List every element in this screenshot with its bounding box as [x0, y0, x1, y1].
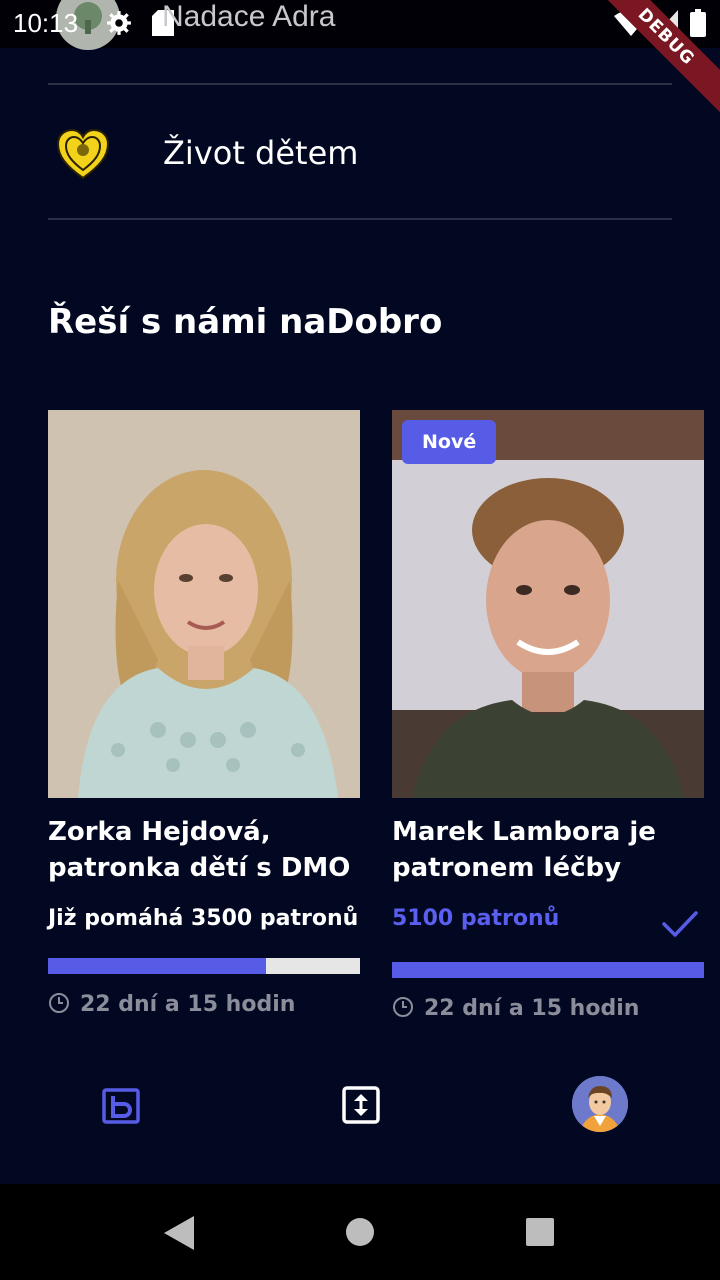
list-item-zivot-detem[interactable]: Život dětem	[48, 86, 672, 218]
divider	[48, 218, 672, 220]
time-remaining-text: 22 dní a 15 hodin	[80, 992, 296, 1017]
time-remaining: 22 dní a 15 hodin	[48, 992, 295, 1017]
clock-icon	[393, 997, 413, 1017]
b-logo-icon[interactable]	[102, 1088, 140, 1124]
system-nav-bar	[0, 1184, 720, 1280]
list-item-label: Život dětem	[163, 134, 359, 172]
section-title: Řeší s námi naDobro	[48, 302, 443, 342]
divider	[48, 83, 672, 85]
status-bar: 10:13 Nadace Adra DEBUG	[0, 0, 720, 119]
status-time: 10:13	[13, 8, 79, 38]
sort-icon[interactable]	[342, 1086, 380, 1124]
progress-bar	[392, 962, 704, 978]
patrons-count: 5100 patronů	[392, 906, 560, 931]
progress-fill	[392, 962, 704, 978]
gear-icon	[107, 11, 131, 35]
progress-bar	[48, 958, 360, 974]
bottom-nav	[0, 1060, 720, 1150]
home-button[interactable]	[346, 1218, 374, 1246]
avatar[interactable]	[572, 1076, 628, 1132]
time-remaining-text: 22 dní a 15 hodin	[424, 996, 640, 1021]
heart-logo-icon	[56, 128, 110, 180]
time-remaining: 22 dní a 15 hodin	[392, 996, 639, 1021]
campaign-photo	[48, 410, 360, 798]
campaign-title: Zorka Hejdová, patronka dětí s DMO	[48, 817, 351, 883]
campaign-photo	[392, 410, 704, 798]
patrons-count: Již pomáhá 3500 patronů	[48, 906, 359, 931]
battery-icon	[690, 9, 706, 37]
status-app-title: Nadace Adra	[162, 0, 336, 33]
new-badge: Nové	[402, 420, 497, 464]
back-icon[interactable]	[164, 1216, 194, 1250]
recents-button[interactable]	[526, 1218, 554, 1246]
check-icon	[662, 911, 698, 937]
campaign-card[interactable]: Zorka Hejdová, patronka dětí s DMO Již p…	[48, 410, 360, 1030]
clock-icon	[49, 993, 69, 1013]
campaign-title: Marek Lambora je patronem léčby	[392, 817, 656, 883]
progress-fill	[48, 958, 267, 974]
campaign-card[interactable]: Nové Marek Lambora je patronem léčby 510…	[392, 410, 704, 1030]
